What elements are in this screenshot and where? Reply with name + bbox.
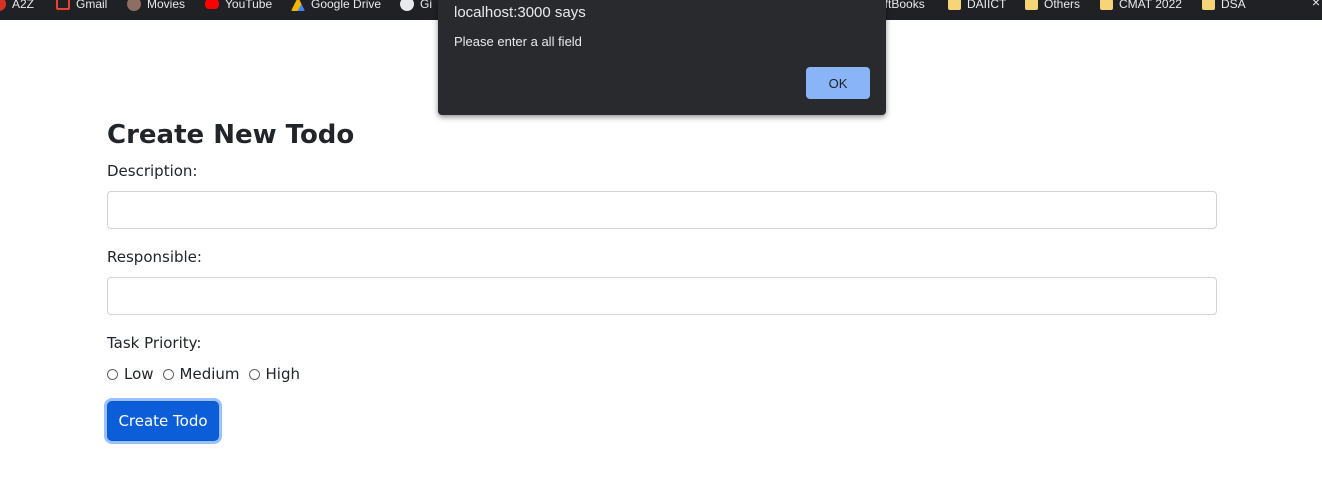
bookmark-movies[interactable]: Movies [127, 0, 185, 13]
priority-radio-group: Low Medium High [107, 364, 1217, 384]
description-label: Description: [107, 162, 198, 180]
priority-option-label: Low [124, 365, 154, 383]
create-todo-button[interactable]: Create Todo [107, 401, 219, 441]
more-bookmarks-icon[interactable]: × [1312, 0, 1320, 10]
radio-circle-icon[interactable] [248, 368, 260, 380]
google-drive-icon [291, 0, 305, 11]
folder-icon [1025, 0, 1038, 10]
priority-high-radio[interactable]: High [248, 365, 301, 383]
dialog-message: Please enter a all field [454, 34, 582, 49]
ok-button[interactable]: OK [806, 67, 870, 99]
bookmark-label: CMAT 2022 [1119, 0, 1182, 11]
folder-icon [948, 0, 961, 10]
priority-option-label: Medium [179, 365, 240, 383]
bookmark-label: A2Z [12, 0, 35, 11]
bookmark-label: Movies [147, 0, 186, 11]
bookmark-label: Google Drive [311, 0, 382, 11]
bookmark-daiict[interactable]: DAIICT [948, 0, 1006, 13]
youtube-icon [205, 0, 219, 9]
priority-medium-radio[interactable]: Medium [162, 365, 240, 383]
bookmark-gmail[interactable]: Gmail [56, 0, 107, 13]
description-input[interactable] [107, 191, 1217, 229]
responsible-label: Responsible: [107, 248, 202, 266]
folder-icon [1100, 0, 1113, 10]
radio-circle-icon[interactable] [107, 368, 118, 380]
bookmark-github[interactable]: Gi [400, 0, 432, 13]
bookmark-label: YouTube [225, 0, 273, 11]
radio-circle-icon[interactable] [162, 368, 174, 380]
priority-low-radio[interactable]: Low [107, 365, 154, 383]
bookmark-label: DSA [1221, 0, 1246, 11]
responsible-input[interactable] [107, 277, 1217, 315]
create-todo-form: Create New Todo Description: Responsible… [107, 118, 1217, 441]
alert-dialog: localhost:3000 says Please enter a all f… [438, 0, 886, 115]
bookmark-label: Gmail [76, 0, 108, 11]
bookmark-youtube[interactable]: YouTube [205, 0, 272, 13]
bookmark-dsa[interactable]: DSA [1202, 0, 1246, 13]
gmail-icon [56, 0, 70, 10]
dialog-title: localhost:3000 says [454, 4, 586, 21]
bookmark-cmat-2022[interactable]: CMAT 2022 [1100, 0, 1182, 13]
task-priority-label: Task Priority: [107, 334, 202, 352]
bookmark-others[interactable]: Others [1025, 0, 1080, 13]
page-title: Create New Todo [107, 120, 355, 150]
bookmark-a2z[interactable]: A2Z [0, 0, 34, 13]
bookmark-google-drive[interactable]: Google Drive [291, 0, 381, 13]
priority-option-label: High [265, 365, 301, 383]
red-circle-icon [0, 0, 6, 11]
github-icon [400, 0, 414, 11]
movies-icon [127, 0, 141, 11]
bookmark-label: Gi [420, 0, 432, 11]
folder-icon [1202, 0, 1215, 10]
bookmark-label: Others [1044, 0, 1081, 11]
bookmark-label: DAIICT [967, 0, 1007, 11]
